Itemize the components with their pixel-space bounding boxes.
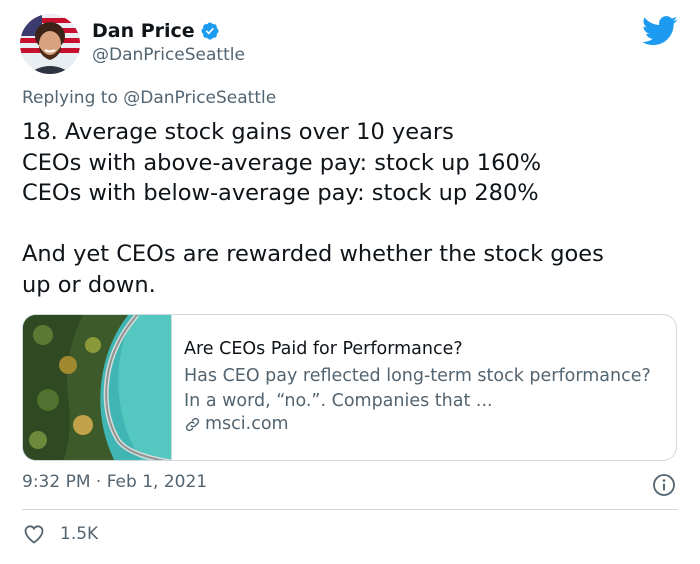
- heart-icon[interactable]: [22, 522, 46, 546]
- author-handle[interactable]: @DanPriceSeattle: [92, 45, 245, 65]
- verified-badge-icon: [200, 21, 220, 41]
- tweet-text: 18. Average stock gains over 10 years CE…: [22, 119, 604, 298]
- avatar[interactable]: [20, 14, 80, 74]
- replying-to-mention[interactable]: @DanPriceSeattle: [123, 88, 276, 108]
- replying-to-prefix: Replying to: [22, 88, 124, 108]
- tweet-timestamp[interactable]: 9:32 PM · Feb 1, 2021: [22, 472, 207, 492]
- link-preview-domain-row: msci.com: [184, 414, 289, 434]
- replying-to-line: Replying to @DanPriceSeattle: [22, 88, 276, 108]
- link-preview-card[interactable]: Are CEOs Paid for Performance? Has CEO p…: [22, 314, 677, 461]
- twitter-bird-icon[interactable]: [642, 16, 678, 46]
- like-count: 1.5K: [60, 524, 99, 544]
- link-preview-domain: msci.com: [205, 414, 289, 434]
- like-action[interactable]: 1.5K: [22, 522, 98, 546]
- link-preview-thumbnail: [23, 315, 172, 460]
- author-name-row: Dan Price: [92, 20, 220, 42]
- divider: [22, 509, 678, 510]
- info-icon[interactable]: [652, 473, 676, 497]
- link-icon: [185, 417, 200, 431]
- link-preview-description: Has CEO pay reflected long-term stock pe…: [184, 366, 651, 411]
- author-display-name[interactable]: Dan Price: [92, 20, 195, 42]
- link-preview-title: Are CEOs Paid for Performance?: [184, 339, 463, 359]
- tweet-card: Dan Price @DanPriceSeattle Replying to @…: [0, 0, 700, 564]
- avatar-image: [20, 14, 80, 74]
